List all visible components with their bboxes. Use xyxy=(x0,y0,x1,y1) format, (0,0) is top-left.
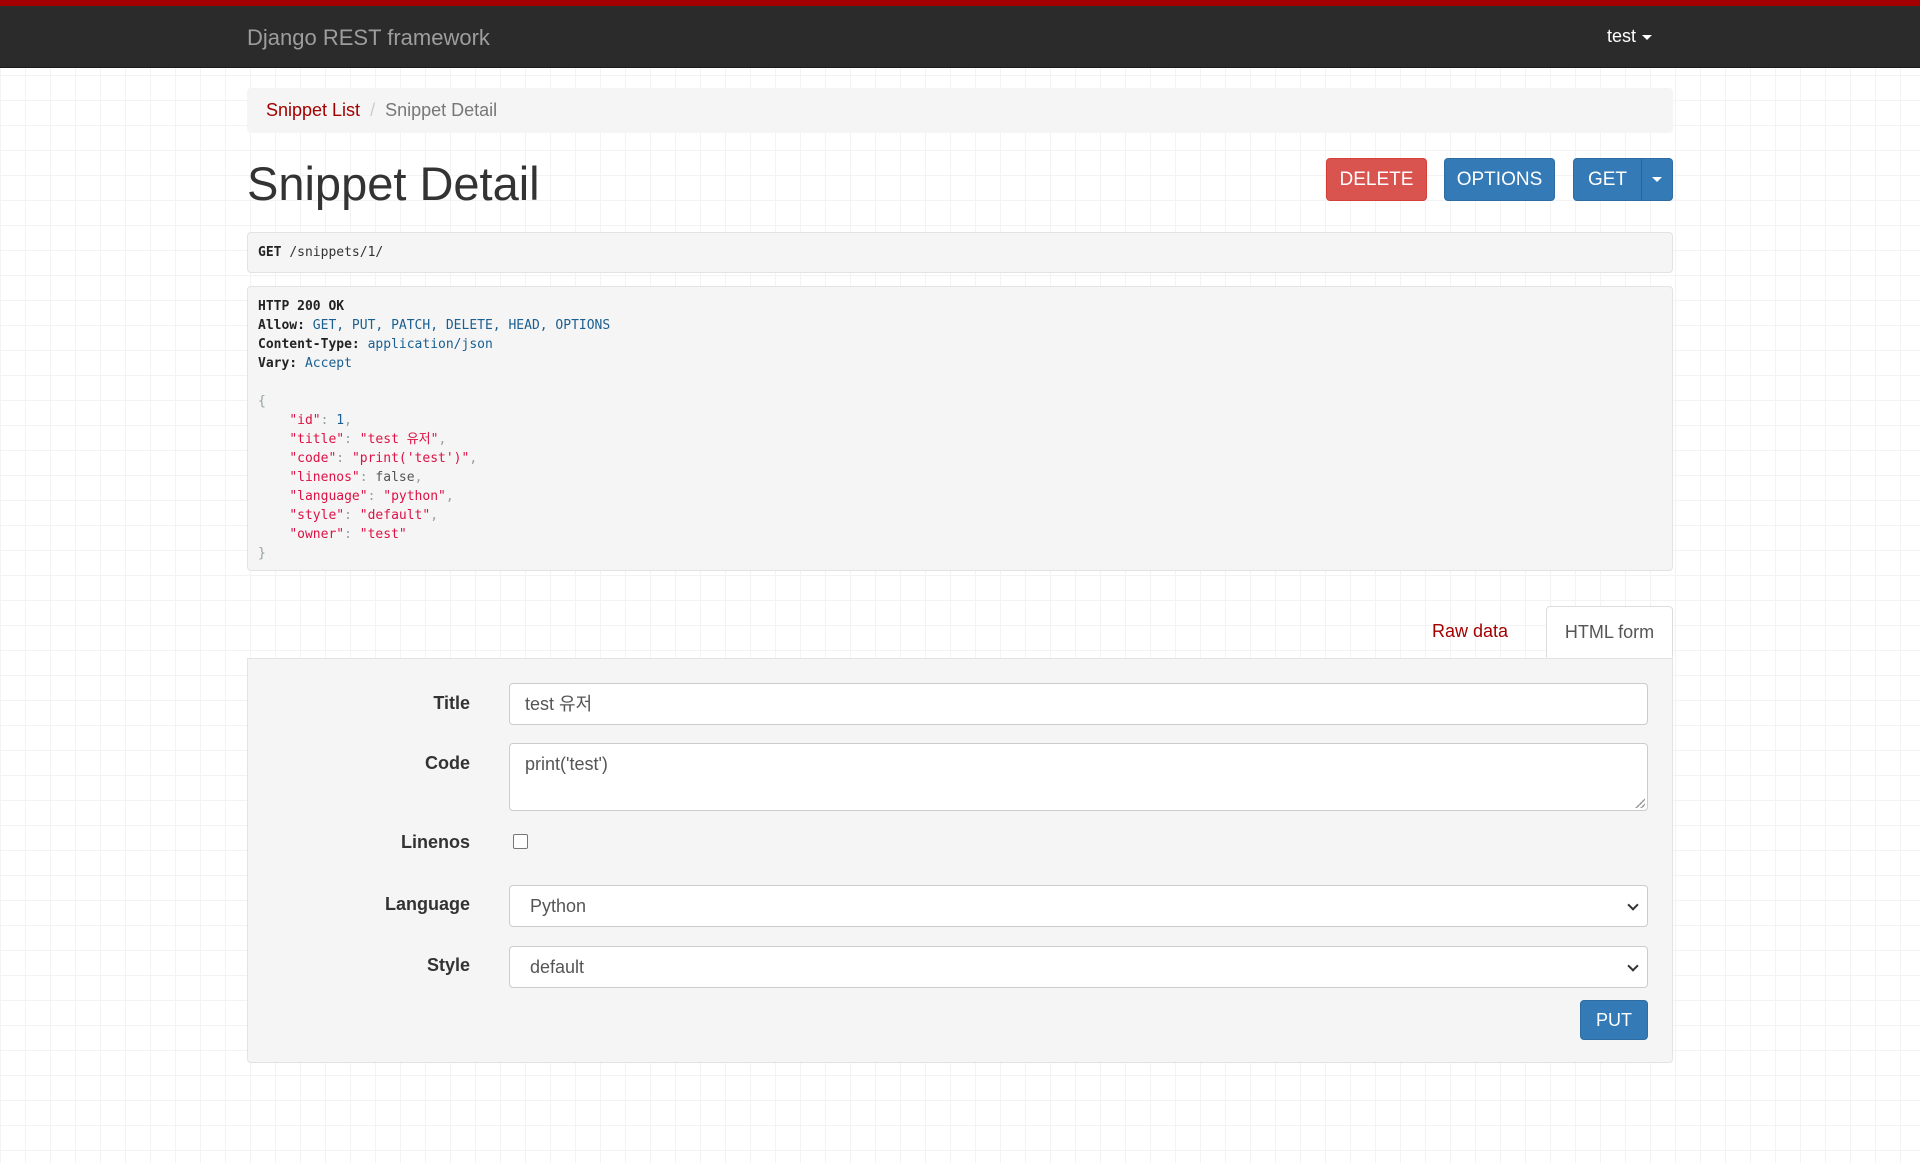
title-input[interactable]: test 유저 xyxy=(509,683,1648,725)
get-format-dropdown[interactable] xyxy=(1641,158,1673,201)
tab-html-form[interactable]: HTML form xyxy=(1546,606,1673,658)
code-text: print('test') xyxy=(525,754,608,774)
content-tabs: Raw data HTML form xyxy=(247,606,1673,658)
json-value: "python" xyxy=(383,489,446,504)
chevron-down-icon xyxy=(1627,960,1639,972)
caret-down-icon xyxy=(1642,34,1652,40)
response-status: HTTP 200 OK xyxy=(258,299,345,314)
language-label: Language xyxy=(384,894,470,914)
json-key: "language" xyxy=(289,489,368,504)
json-open-brace: { xyxy=(258,394,266,409)
json-value: 1 xyxy=(336,413,345,428)
json-key: "owner" xyxy=(289,527,345,542)
json-key: "linenos" xyxy=(289,470,360,485)
page-title: Snippet Detail xyxy=(247,157,540,210)
json-value: "test" xyxy=(359,527,407,542)
request-info: GET /snippets/1/ xyxy=(247,232,1673,273)
breadcrumb-separator: / xyxy=(370,100,376,120)
linenos-checkbox[interactable] xyxy=(513,834,528,849)
header-value: application/json xyxy=(367,337,493,352)
code-label: Code xyxy=(425,753,470,773)
json-key: "code" xyxy=(289,451,337,466)
json-close-brace: } xyxy=(258,546,266,561)
delete-button[interactable]: DELETE xyxy=(1326,158,1427,201)
code-textarea[interactable]: print('test') xyxy=(509,743,1648,811)
json-key: "style" xyxy=(289,508,345,523)
style-selected: default xyxy=(530,957,585,977)
language-selected: Python xyxy=(530,896,587,916)
request-path: /snippets/1/ xyxy=(289,245,384,260)
json-key: "id" xyxy=(289,413,321,428)
title-label: Title xyxy=(433,693,470,713)
header-value: GET, PUT, PATCH, DELETE, HEAD, OPTIONS xyxy=(312,318,611,333)
header-name: Vary: xyxy=(258,356,298,371)
chevron-down-icon xyxy=(1627,899,1639,911)
response-info: HTTP 200 OK Allow: GET, PUT, PATCH, DELE… xyxy=(247,286,1673,571)
json-value: "default" xyxy=(359,508,431,523)
json-key: "title" xyxy=(289,432,345,447)
caret-down-icon xyxy=(1652,177,1662,183)
request-method: GET xyxy=(258,245,282,260)
header-value: Accept xyxy=(304,356,352,371)
linenos-label: Linenos xyxy=(400,832,470,852)
breadcrumb-snippet-detail: Snippet Detail xyxy=(385,100,498,120)
tab-raw-data[interactable]: Raw data xyxy=(1430,606,1510,658)
resize-handle-icon[interactable] xyxy=(1635,798,1645,808)
html-form-panel: Title test 유저 Code print('test') Linenos… xyxy=(247,658,1673,1063)
json-value: false xyxy=(375,470,415,485)
get-button[interactable]: GET xyxy=(1573,158,1642,201)
style-label: Style xyxy=(426,955,470,975)
put-button[interactable]: PUT xyxy=(1580,1000,1648,1040)
language-select[interactable]: Python xyxy=(509,885,1648,927)
json-value: "test 유저" xyxy=(359,432,439,447)
navbar: Django REST framework test xyxy=(0,6,1920,68)
user-name: test xyxy=(1606,26,1636,46)
user-menu[interactable]: test xyxy=(1607,26,1652,47)
style-select[interactable]: default xyxy=(509,946,1648,988)
header-name: Content-Type: xyxy=(258,337,360,352)
options-button[interactable]: OPTIONS xyxy=(1444,158,1555,201)
main-container: Snippet List / Snippet Detail Snippet Deta… xyxy=(247,88,1673,1063)
brand-link[interactable]: Django REST framework xyxy=(247,25,490,51)
breadcrumb: Snippet List / Snippet Detail xyxy=(247,88,1673,133)
header-name: Allow: xyxy=(258,318,305,333)
breadcrumb-snippet-list[interactable]: Snippet List xyxy=(266,100,360,120)
get-button-group: GET xyxy=(1573,158,1673,201)
json-value: "print('test')" xyxy=(351,451,470,466)
